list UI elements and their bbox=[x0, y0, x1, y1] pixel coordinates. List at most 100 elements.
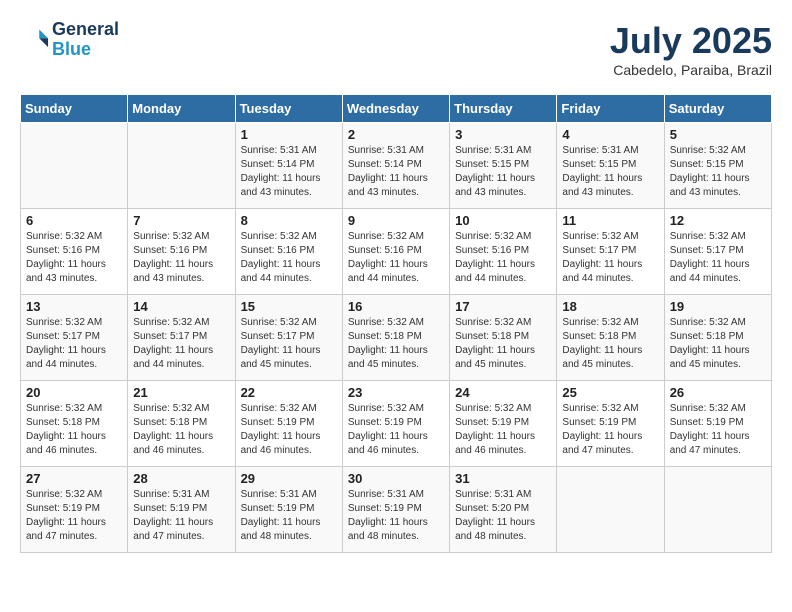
day-info: Sunrise: 5:32 AMSunset: 5:19 PMDaylight:… bbox=[348, 402, 444, 458]
calendar-cell: 15Sunrise: 5:32 AMSunset: 5:17 PMDayligh… bbox=[235, 295, 342, 381]
calendar-cell: 2Sunrise: 5:31 AMSunset: 5:14 PMDaylight… bbox=[342, 123, 449, 209]
calendar-table: SundayMondayTuesdayWednesdayThursdayFrid… bbox=[20, 94, 772, 553]
calendar-cell: 23 Sunrise: 5:32 AMSunset: 5:19 PMDayligh… bbox=[342, 381, 449, 467]
day-number: 15 bbox=[241, 299, 337, 314]
calendar-cell: 25 Sunrise: 5:32 AMSunset: 5:19 PMDayligh… bbox=[557, 381, 664, 467]
day-info: Sunrise: 5:32 AMSunset: 5:16 PMDaylight:… bbox=[133, 230, 229, 286]
day-number: 20 bbox=[26, 385, 122, 400]
calendar-cell: 31 Sunrise: 5:31 AMSunset: 5:20 PMDayligh… bbox=[450, 467, 557, 553]
day-number: 18 bbox=[562, 299, 658, 314]
calendar-cell: 27 Sunrise: 5:32 AMSunset: 5:19 PMDayligh… bbox=[21, 467, 128, 553]
day-number: 3 bbox=[455, 127, 551, 142]
day-number: 14 bbox=[133, 299, 229, 314]
day-info: Sunrise: 5:32 AMSunset: 5:18 PMDaylight:… bbox=[562, 316, 658, 372]
subtitle: Cabedelo, Paraiba, Brazil bbox=[610, 62, 772, 78]
day-info: Sunrise: 5:31 AMSunset: 5:20 PMDaylight:… bbox=[455, 488, 551, 544]
calendar-cell: 10 Sunrise: 5:32 AMSunset: 5:16 PMDayligh… bbox=[450, 209, 557, 295]
day-number: 8 bbox=[241, 213, 337, 228]
day-info: Sunrise: 5:32 AMSunset: 5:17 PMDaylight:… bbox=[670, 230, 766, 286]
day-info: Sunrise: 5:32 AMSunset: 5:18 PMDaylight:… bbox=[670, 316, 766, 372]
calendar-cell: 29Sunrise: 5:31 AMSunset: 5:19 PMDayligh… bbox=[235, 467, 342, 553]
title-block: July 2025 Cabedelo, Paraiba, Brazil bbox=[610, 20, 772, 78]
calendar-cell: 9 Sunrise: 5:32 AMSunset: 5:16 PMDaylight… bbox=[342, 209, 449, 295]
calendar-cell: 14 Sunrise: 5:32 AMSunset: 5:17 PMDayligh… bbox=[128, 295, 235, 381]
calendar-cell bbox=[664, 467, 771, 553]
day-info: Sunrise: 5:32 AMSunset: 5:17 PMDaylight:… bbox=[133, 316, 229, 372]
day-number: 11 bbox=[562, 213, 658, 228]
day-number: 28 bbox=[133, 471, 229, 486]
calendar-cell: 4 Sunrise: 5:31 AMSunset: 5:15 PMDaylight… bbox=[557, 123, 664, 209]
day-number: 4 bbox=[562, 127, 658, 142]
calendar-cell: 12 Sunrise: 5:32 AMSunset: 5:17 PMDayligh… bbox=[664, 209, 771, 295]
day-info: Sunrise: 5:32 AMSunset: 5:15 PMDaylight:… bbox=[670, 144, 766, 200]
day-info: Sunrise: 5:32 AMSunset: 5:16 PMDaylight:… bbox=[241, 230, 337, 286]
day-info: Sunrise: 5:31 AMSunset: 5:19 PMDaylight:… bbox=[133, 488, 229, 544]
weekday-header: Tuesday bbox=[235, 95, 342, 123]
day-number: 13 bbox=[26, 299, 122, 314]
page-header: General Blue July 2025 Cabedelo, Paraiba… bbox=[20, 20, 772, 78]
logo-icon bbox=[20, 26, 48, 54]
calendar-cell: 22Sunrise: 5:32 AMSunset: 5:19 PMDayligh… bbox=[235, 381, 342, 467]
weekday-header: Wednesday bbox=[342, 95, 449, 123]
day-number: 19 bbox=[670, 299, 766, 314]
day-info: Sunrise: 5:32 AMSunset: 5:18 PMDaylight:… bbox=[348, 316, 444, 372]
calendar-cell: 6Sunrise: 5:32 AMSunset: 5:16 PMDaylight… bbox=[21, 209, 128, 295]
day-number: 1 bbox=[241, 127, 337, 142]
calendar-cell: 11 Sunrise: 5:32 AMSunset: 5:17 PMDayligh… bbox=[557, 209, 664, 295]
day-number: 22 bbox=[241, 385, 337, 400]
day-number: 23 bbox=[348, 385, 444, 400]
day-info: Sunrise: 5:32 AMSunset: 5:19 PMDaylight:… bbox=[562, 402, 658, 458]
calendar-cell: 30Sunrise: 5:31 AMSunset: 5:19 PMDayligh… bbox=[342, 467, 449, 553]
calendar-week-row: 20 Sunrise: 5:32 AMSunset: 5:18 PMDayligh… bbox=[21, 381, 772, 467]
calendar-week-row: 6Sunrise: 5:32 AMSunset: 5:16 PMDaylight… bbox=[21, 209, 772, 295]
calendar-cell bbox=[128, 123, 235, 209]
day-number: 16 bbox=[348, 299, 444, 314]
calendar-cell: 21 Sunrise: 5:32 AMSunset: 5:18 PMDayligh… bbox=[128, 381, 235, 467]
day-number: 24 bbox=[455, 385, 551, 400]
calendar-week-row: 13 Sunrise: 5:32 AMSunset: 5:17 PMDayligh… bbox=[21, 295, 772, 381]
logo: General Blue bbox=[20, 20, 119, 60]
calendar-week-row: 27 Sunrise: 5:32 AMSunset: 5:19 PMDayligh… bbox=[21, 467, 772, 553]
day-number: 26 bbox=[670, 385, 766, 400]
day-info: Sunrise: 5:32 AMSunset: 5:16 PMDaylight:… bbox=[26, 230, 122, 286]
day-info: Sunrise: 5:31 AMSunset: 5:15 PMDaylight:… bbox=[455, 144, 551, 200]
day-number: 30 bbox=[348, 471, 444, 486]
day-info: Sunrise: 5:32 AMSunset: 5:16 PMDaylight:… bbox=[348, 230, 444, 286]
day-info: Sunrise: 5:32 AMSunset: 5:19 PMDaylight:… bbox=[670, 402, 766, 458]
day-info: Sunrise: 5:32 AMSunset: 5:18 PMDaylight:… bbox=[133, 402, 229, 458]
day-number: 10 bbox=[455, 213, 551, 228]
day-number: 17 bbox=[455, 299, 551, 314]
day-info: Sunrise: 5:31 AMSunset: 5:14 PMDaylight:… bbox=[348, 144, 444, 200]
day-info: Sunrise: 5:31 AMSunset: 5:14 PMDaylight:… bbox=[241, 144, 337, 200]
day-info: Sunrise: 5:32 AMSunset: 5:18 PMDaylight:… bbox=[26, 402, 122, 458]
weekday-header: Saturday bbox=[664, 95, 771, 123]
day-info: Sunrise: 5:32 AMSunset: 5:16 PMDaylight:… bbox=[455, 230, 551, 286]
day-number: 25 bbox=[562, 385, 658, 400]
logo-text: General Blue bbox=[52, 20, 119, 60]
calendar-cell: 16 Sunrise: 5:32 AMSunset: 5:18 PMDayligh… bbox=[342, 295, 449, 381]
weekday-header: Thursday bbox=[450, 95, 557, 123]
month-title: July 2025 bbox=[610, 20, 772, 62]
day-number: 21 bbox=[133, 385, 229, 400]
calendar-cell: 26 Sunrise: 5:32 AMSunset: 5:19 PMDayligh… bbox=[664, 381, 771, 467]
day-number: 27 bbox=[26, 471, 122, 486]
day-info: Sunrise: 5:32 AMSunset: 5:17 PMDaylight:… bbox=[562, 230, 658, 286]
calendar-cell: 28 Sunrise: 5:31 AMSunset: 5:19 PMDayligh… bbox=[128, 467, 235, 553]
calendar-cell: 19 Sunrise: 5:32 AMSunset: 5:18 PMDayligh… bbox=[664, 295, 771, 381]
calendar-cell: 18 Sunrise: 5:32 AMSunset: 5:18 PMDayligh… bbox=[557, 295, 664, 381]
day-info: Sunrise: 5:32 AMSunset: 5:19 PMDaylight:… bbox=[26, 488, 122, 544]
day-number: 31 bbox=[455, 471, 551, 486]
day-number: 9 bbox=[348, 213, 444, 228]
day-info: Sunrise: 5:32 AMSunset: 5:17 PMDaylight:… bbox=[26, 316, 122, 372]
calendar-cell: 8 Sunrise: 5:32 AMSunset: 5:16 PMDaylight… bbox=[235, 209, 342, 295]
weekday-header: Sunday bbox=[21, 95, 128, 123]
day-number: 5 bbox=[670, 127, 766, 142]
calendar-cell: 24 Sunrise: 5:32 AMSunset: 5:19 PMDayligh… bbox=[450, 381, 557, 467]
day-info: Sunrise: 5:31 AMSunset: 5:15 PMDaylight:… bbox=[562, 144, 658, 200]
calendar-week-row: 1 Sunrise: 5:31 AMSunset: 5:14 PMDaylight… bbox=[21, 123, 772, 209]
calendar-cell: 17Sunrise: 5:32 AMSunset: 5:18 PMDayligh… bbox=[450, 295, 557, 381]
calendar-cell bbox=[21, 123, 128, 209]
day-info: Sunrise: 5:32 AMSunset: 5:19 PMDaylight:… bbox=[455, 402, 551, 458]
day-number: 12 bbox=[670, 213, 766, 228]
calendar-cell: 5 Sunrise: 5:32 AMSunset: 5:15 PMDaylight… bbox=[664, 123, 771, 209]
